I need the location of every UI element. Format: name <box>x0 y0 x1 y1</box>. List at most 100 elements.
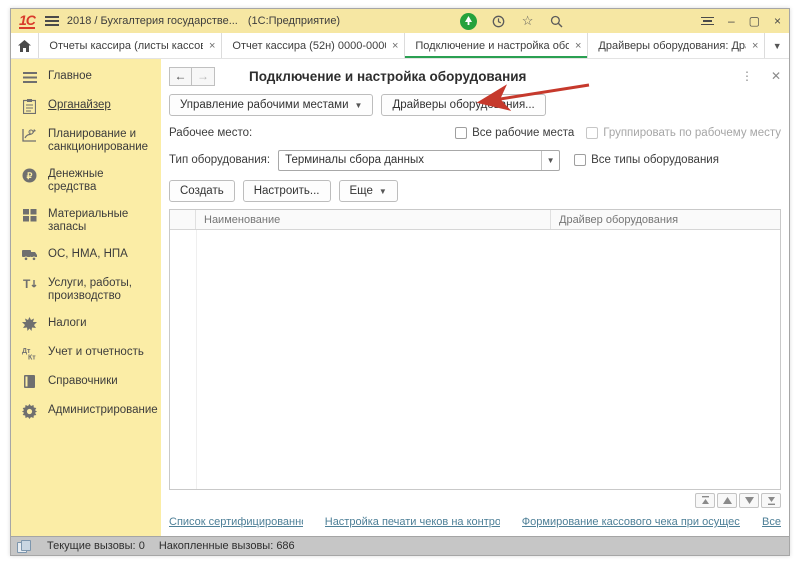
equipment-table: Наименование Драйвер оборудования <box>169 209 781 490</box>
certified-equipment-link[interactable]: Список сертифицированного о... <box>169 516 303 528</box>
window-title: 2018 / Бухгалтерия государстве... <box>67 15 238 27</box>
table-nav-buttons <box>169 493 781 508</box>
svg-text:Кт: Кт <box>28 355 36 361</box>
maximize-button[interactable]: ▢ <box>749 15 760 27</box>
page-title: Подключение и настройка оборудования <box>249 69 526 84</box>
taxes-icon <box>21 316 38 332</box>
sidebar-item-services[interactable]: Т Услуги, работы, производство <box>21 276 155 303</box>
checkbox-icon <box>574 154 586 166</box>
server-calls-icon <box>17 540 33 553</box>
chevron-down-icon: ▼ <box>379 187 387 196</box>
selector-column-header <box>170 210 196 229</box>
home-tab[interactable] <box>11 33 39 58</box>
receipt-generation-link[interactable]: Формирование кассового чека при осуществ… <box>522 516 740 528</box>
content-header: ← → Подключение и настройка оборудования… <box>169 63 781 89</box>
row-up-button[interactable] <box>717 493 737 508</box>
list-actions-row: Создать Настроить... Еще ▼ <box>169 179 781 203</box>
sidebar-item-accounting[interactable]: ДтКт Учет и отчетность <box>21 345 155 361</box>
equipment-type-filter-row: Тип оборудования: Терминалы сбора данных… <box>169 149 781 171</box>
checkbox-icon <box>455 127 467 139</box>
tab-close-icon[interactable]: × <box>575 40 581 52</box>
catalogs-icon <box>21 374 38 390</box>
service-menu-icon[interactable] <box>701 17 714 26</box>
main-menu-icon[interactable] <box>45 16 59 26</box>
name-column-header[interactable]: Наименование <box>196 210 551 229</box>
tab-cashier-reports[interactable]: Отчеты кассира (листы кассовой ... × <box>39 33 222 58</box>
accumulated-calls: Накопленные вызовы: 686 <box>159 540 295 552</box>
equipment-type-select[interactable]: Терминалы сбора данных ▼ <box>278 150 560 171</box>
sidebar-item-inventory[interactable]: Материальные запасы <box>21 207 155 234</box>
history-icon[interactable] <box>491 14 506 29</box>
inventory-icon <box>21 207 38 223</box>
create-button[interactable]: Создать <box>169 180 235 202</box>
sidebar-item-main[interactable]: Главное <box>21 69 155 85</box>
sidebar-item-taxes[interactable]: Налоги <box>21 316 155 332</box>
desktop: 1С 2018 / Бухгалтерия государстве... (1С… <box>0 0 800 566</box>
tab-equipment-setup[interactable]: Подключение и настройка обору... × <box>405 33 588 58</box>
planning-icon: ! <box>21 127 38 143</box>
footer-links: Список сертифицированного о... Настройка… <box>169 514 781 530</box>
equipment-drivers-button[interactable]: Драйверы оборудования... <box>381 94 545 116</box>
tab-equipment-drivers[interactable]: Драйверы оборудования: Драйве... × <box>588 33 764 58</box>
title-bar: 1С 2018 / Бухгалтерия государстве... (1С… <box>11 9 789 33</box>
notification-center-icon[interactable] <box>460 13 477 30</box>
more-actions-button[interactable]: Еще ▼ <box>339 180 398 202</box>
table-header: Наименование Драйвер оборудования <box>170 210 780 230</box>
sidebar-item-organizer[interactable]: Органайзер <box>21 98 155 114</box>
svg-text:Т: Т <box>23 277 31 291</box>
administration-icon <box>21 403 38 419</box>
sidebar-item-fixed-assets[interactable]: ОС, НМА, НПА <box>21 247 155 263</box>
tab-close-icon[interactable]: × <box>752 40 758 52</box>
accounting-icon: ДтКт <box>21 345 38 361</box>
go-bottom-button[interactable] <box>761 493 781 508</box>
forward-button[interactable]: → <box>192 67 215 86</box>
status-bar: Текущие вызовы: 0 Накопленные вызовы: 68… <box>11 536 789 555</box>
sidebar-item-money[interactable]: ₽ Денежные средства <box>21 167 155 194</box>
close-button[interactable]: × <box>774 15 781 27</box>
organizer-icon <box>21 98 38 114</box>
1c-logo: 1С <box>19 13 35 29</box>
svg-text:!: ! <box>30 130 31 134</box>
all-workplaces-checkbox[interactable]: Все рабочие места <box>455 127 574 139</box>
tab-list-dropdown-icon[interactable]: ▼ <box>764 33 789 58</box>
receipt-print-setup-link[interactable]: Настройка печати чеков на контрольно-к..… <box>325 516 500 528</box>
all-links-link[interactable]: Все <box>762 516 781 528</box>
form-toolbar: Управление рабочими местами ▼ Драйверы о… <box>169 94 781 116</box>
equipment-setup-panel: ← → Подключение и настройка оборудования… <box>161 59 789 536</box>
row-down-button[interactable] <box>739 493 759 508</box>
workplace-label: Рабочее место: <box>169 127 252 139</box>
assets-icon <box>21 247 38 263</box>
tab-bar: Отчеты кассира (листы кассовой ... × Отч… <box>11 33 789 59</box>
minimize-button[interactable]: – <box>728 15 735 27</box>
money-icon: ₽ <box>21 167 38 183</box>
sidebar-item-administration[interactable]: Администрирование <box>21 403 155 419</box>
equipment-type-label: Тип оборудования: <box>169 154 270 166</box>
more-menu-icon[interactable]: ⋮ <box>741 69 753 83</box>
back-button[interactable]: ← <box>169 67 192 86</box>
checkbox-icon <box>586 127 598 139</box>
section-panel: Главное Органайзер ! Планирование и санк… <box>11 59 161 536</box>
close-form-icon[interactable]: ✕ <box>771 69 781 83</box>
table-body-empty[interactable] <box>170 230 780 489</box>
group-by-workplace-checkbox: Группировать по рабочему месту <box>586 127 781 139</box>
sidebar-item-catalogs[interactable]: Справочники <box>21 374 155 390</box>
chevron-down-icon: ▼ <box>355 101 363 110</box>
svg-text:₽: ₽ <box>27 170 33 180</box>
go-top-button[interactable] <box>695 493 715 508</box>
tab-cashier-report-52n[interactable]: Отчет кассира (52н) 0000-000045 ... × <box>222 33 405 58</box>
all-equipment-types-checkbox[interactable]: Все типы оборудования <box>574 154 719 166</box>
driver-column-header[interactable]: Драйвер оборудования <box>551 210 780 229</box>
tab-close-icon[interactable]: × <box>209 40 215 52</box>
home-icon <box>18 40 31 52</box>
workplace-filter-row: Рабочее место: Все рабочие места Группир… <box>169 125 781 141</box>
configure-button[interactable]: Настроить... <box>243 180 331 202</box>
menu-icon <box>21 69 38 85</box>
services-icon: Т <box>21 276 38 292</box>
sidebar-item-planning[interactable]: ! Планирование и санкционирование <box>21 127 155 154</box>
search-icon[interactable] <box>549 14 564 29</box>
chevron-down-icon[interactable]: ▼ <box>541 151 559 170</box>
current-calls: Текущие вызовы: 0 <box>47 540 145 552</box>
tab-close-icon[interactable]: × <box>392 40 398 52</box>
manage-workplaces-button[interactable]: Управление рабочими местами ▼ <box>169 94 373 116</box>
favorites-icon[interactable]: ☆ <box>520 14 535 29</box>
